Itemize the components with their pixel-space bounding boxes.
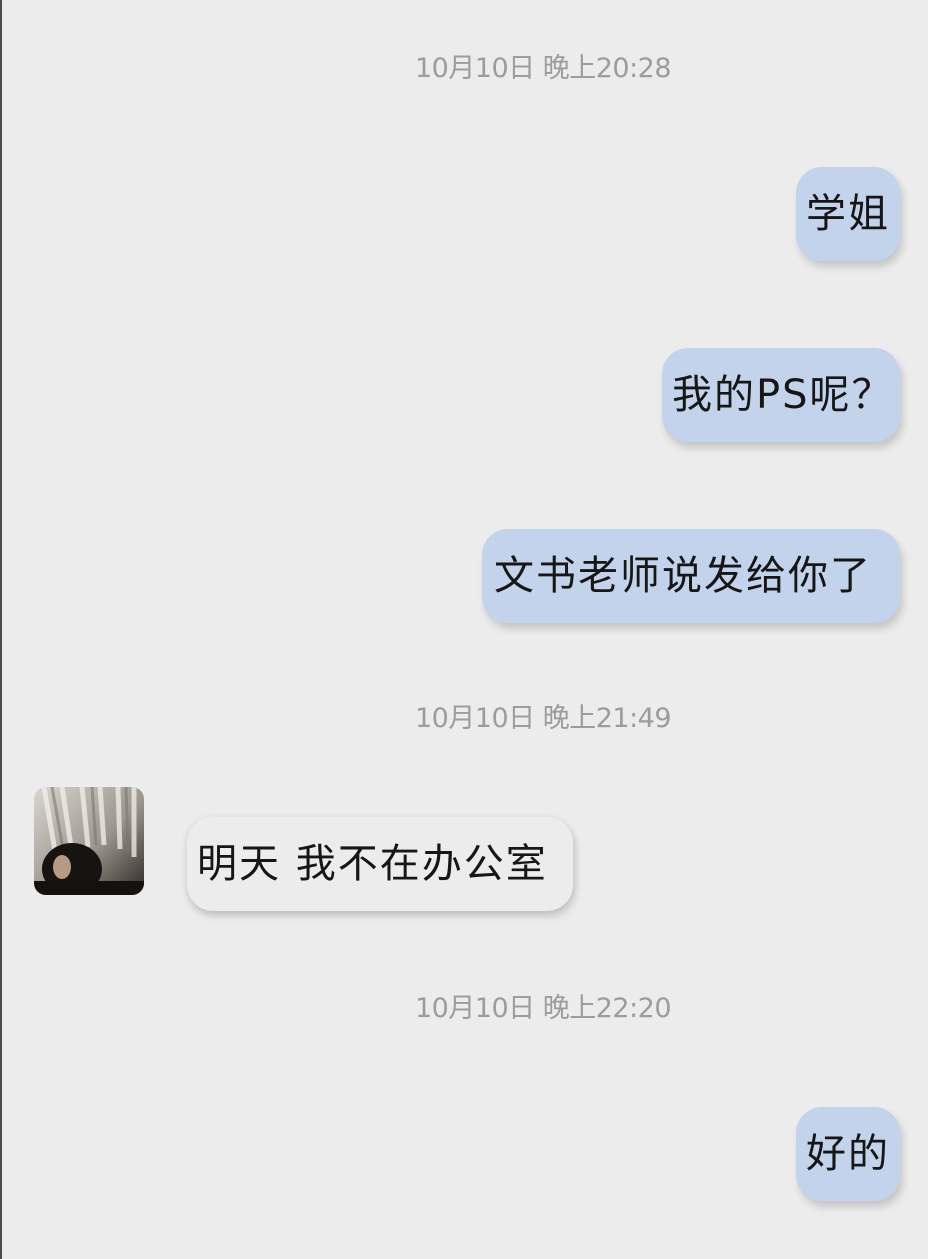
timestamp: 10月10日 晚上21:49 [414, 703, 672, 734]
chat-window: 10月10日 晚上20:28 学姐 我的PS呢？ 文书老师说发给你了 10月10… [0, 0, 928, 1259]
outgoing-message[interactable]: 学姐 [796, 167, 900, 261]
outgoing-message[interactable]: 我的PS呢？ [662, 348, 900, 442]
avatar-photo-icon [34, 787, 144, 895]
avatar[interactable] [34, 787, 144, 895]
outgoing-message[interactable]: 好的 [796, 1107, 900, 1201]
timestamp: 10月10日 晚上22:20 [414, 993, 672, 1024]
outgoing-message[interactable]: 文书老师说发给你了 [482, 529, 900, 623]
timestamp: 10月10日 晚上20:28 [414, 53, 672, 84]
incoming-message[interactable]: 明天 我不在办公室 [187, 817, 573, 911]
